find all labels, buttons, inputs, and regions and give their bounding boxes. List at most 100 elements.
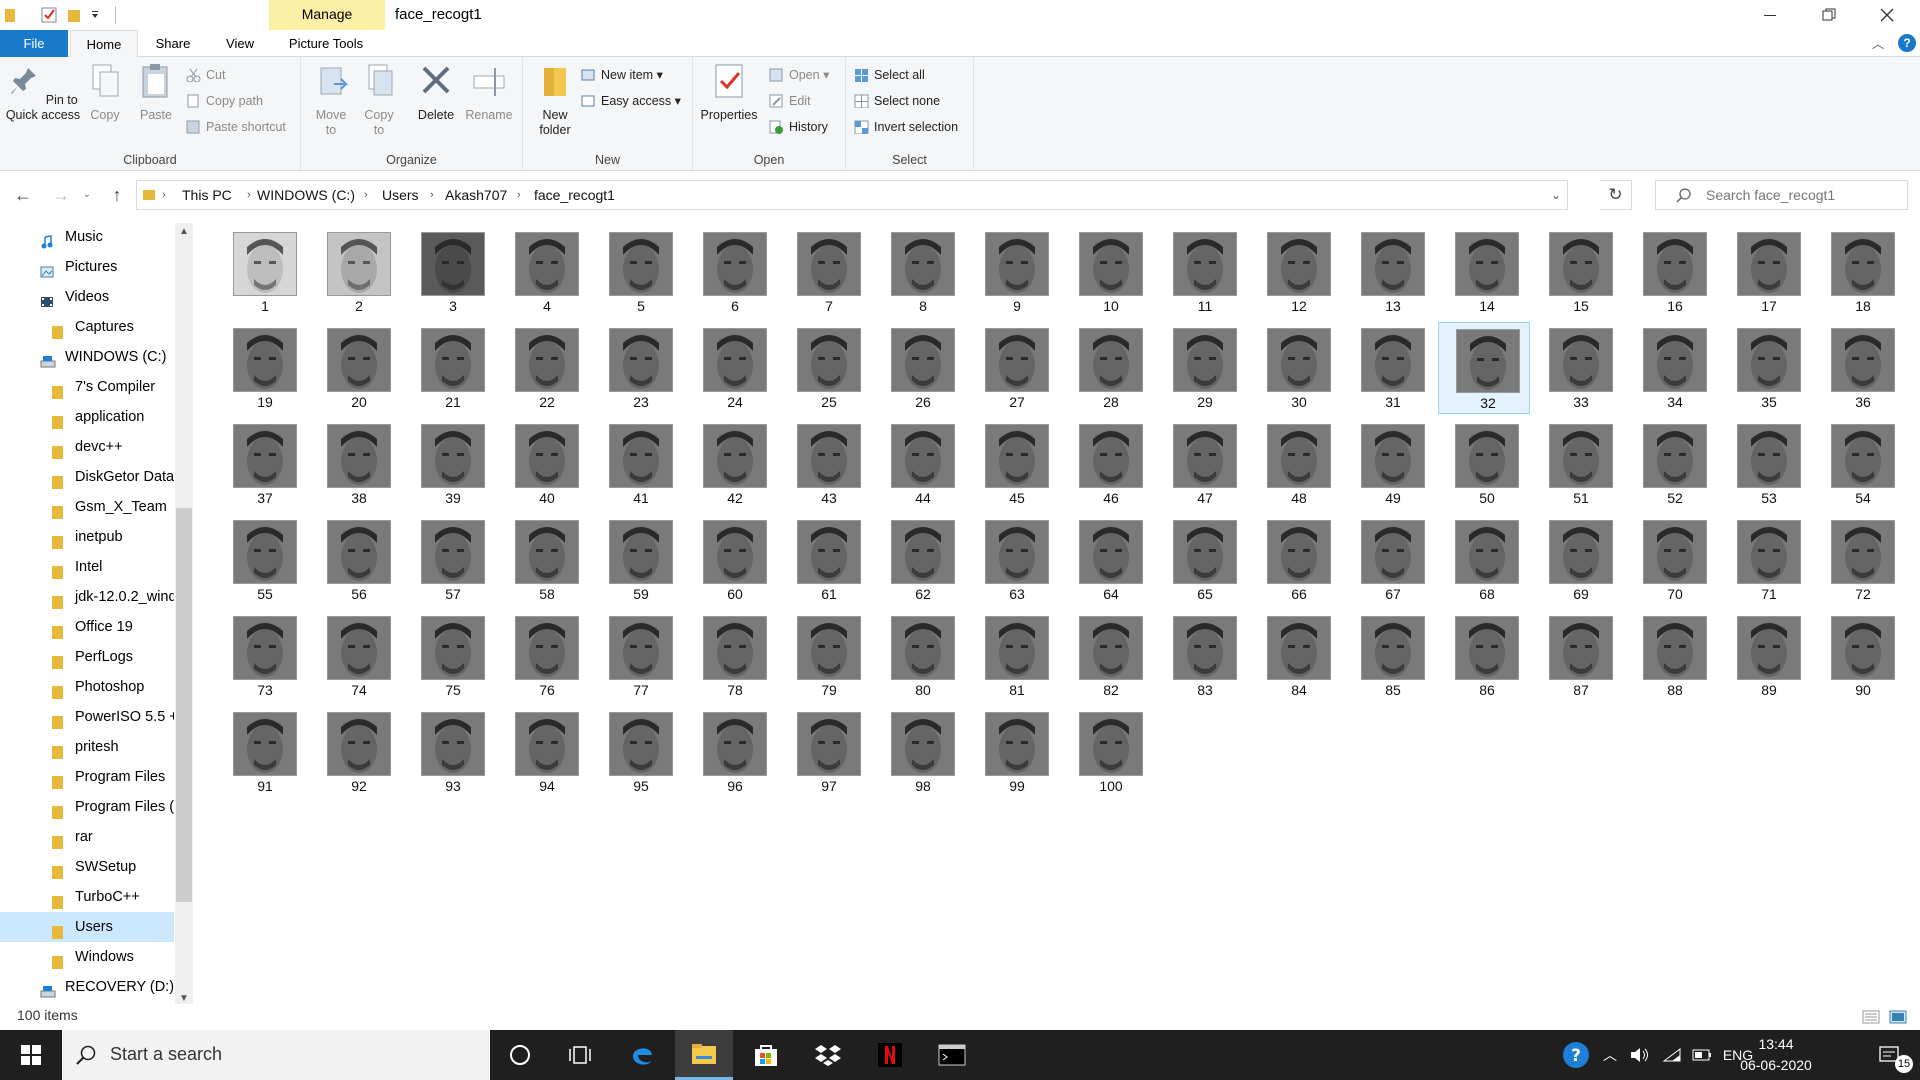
file-item[interactable]: 13 bbox=[1344, 226, 1436, 318]
file-item[interactable]: 72 bbox=[1814, 514, 1906, 606]
file-item[interactable]: 54 bbox=[1814, 418, 1906, 510]
file-item[interactable]: 89 bbox=[1720, 610, 1812, 702]
file-item[interactable]: 31 bbox=[1344, 322, 1436, 414]
file-item[interactable]: 90 bbox=[1814, 610, 1906, 702]
file-item[interactable]: 12 bbox=[1250, 226, 1342, 318]
breadcrumb-windows-c[interactable]: WINDOWS (C:) bbox=[257, 181, 355, 209]
file-item[interactable]: 10 bbox=[1062, 226, 1154, 318]
nav-scrollbar[interactable]: ▲ ▼ bbox=[175, 223, 193, 1004]
breadcrumb-separator[interactable]: › bbox=[517, 181, 521, 209]
easy-access-button[interactable]: Easy access ▾ bbox=[581, 91, 681, 111]
nav-item-music[interactable]: Music bbox=[0, 222, 174, 252]
nav-item-pictures[interactable]: Pictures bbox=[0, 252, 174, 282]
file-item[interactable]: 33 bbox=[1532, 322, 1624, 414]
file-item[interactable]: 14 bbox=[1438, 226, 1530, 318]
file-item[interactable]: 26 bbox=[874, 322, 966, 414]
file-item[interactable]: 5 bbox=[592, 226, 684, 318]
address-dropdown-icon[interactable]: ⌄ bbox=[1551, 181, 1561, 209]
file-item[interactable]: 55 bbox=[216, 514, 308, 606]
history-button[interactable]: History bbox=[769, 117, 828, 137]
file-item[interactable]: 38 bbox=[310, 418, 402, 510]
properties-qat-icon[interactable] bbox=[40, 6, 58, 24]
nav-item-program-files[interactable]: Program Files bbox=[0, 762, 174, 792]
nav-item-swsetup[interactable]: SWSetup bbox=[0, 852, 174, 882]
file-item[interactable]: 59 bbox=[592, 514, 684, 606]
address-bar[interactable]: › This PC › WINDOWS (C:) › Users › Akash… bbox=[136, 180, 1568, 210]
file-item[interactable]: 60 bbox=[686, 514, 778, 606]
nav-item-perflogs[interactable]: PerfLogs bbox=[0, 642, 174, 672]
taskbar-search[interactable]: Start a search bbox=[62, 1030, 490, 1080]
file-item[interactable]: 29 bbox=[1156, 322, 1248, 414]
nav-item-rar[interactable]: rar bbox=[0, 822, 174, 852]
file-item[interactable]: 36 bbox=[1814, 322, 1906, 414]
tab-view[interactable]: View bbox=[222, 30, 258, 57]
netflix-icon[interactable] bbox=[861, 1030, 919, 1080]
details-view-icon[interactable] bbox=[1862, 1010, 1880, 1024]
file-item[interactable]: 58 bbox=[498, 514, 590, 606]
file-item[interactable]: 83 bbox=[1156, 610, 1248, 702]
new-item-button[interactable]: New item ▾ bbox=[581, 65, 663, 85]
nav-item-recovery-d[interactable]: RECOVERY (D:) bbox=[0, 972, 174, 1002]
file-item[interactable]: 78 bbox=[686, 610, 778, 702]
properties-button[interactable]: Properties bbox=[698, 62, 760, 123]
file-item[interactable]: 68 bbox=[1438, 514, 1530, 606]
file-item[interactable]: 67 bbox=[1344, 514, 1436, 606]
file-item[interactable]: 95 bbox=[592, 706, 684, 798]
file-item[interactable]: 27 bbox=[968, 322, 1060, 414]
file-item[interactable]: 35 bbox=[1720, 322, 1812, 414]
file-item[interactable]: 1 bbox=[216, 226, 308, 318]
file-item[interactable]: 41 bbox=[592, 418, 684, 510]
file-item[interactable]: 39 bbox=[404, 418, 496, 510]
file-item[interactable]: 87 bbox=[1532, 610, 1624, 702]
file-item[interactable]: 74 bbox=[310, 610, 402, 702]
nav-item-application[interactable]: application bbox=[0, 402, 174, 432]
select-all-button[interactable]: Select all bbox=[854, 65, 925, 85]
nav-item-program-files-x86[interactable]: Program Files (x86) bbox=[0, 792, 174, 822]
file-item[interactable]: 82 bbox=[1062, 610, 1154, 702]
file-item[interactable]: 37 bbox=[216, 418, 308, 510]
delete-button[interactable]: Delete bbox=[415, 62, 457, 123]
close-button[interactable] bbox=[1858, 0, 1916, 30]
file-item[interactable]: 69 bbox=[1532, 514, 1624, 606]
file-item[interactable]: 48 bbox=[1250, 418, 1342, 510]
file-item[interactable]: 46 bbox=[1062, 418, 1154, 510]
file-item[interactable]: 52 bbox=[1626, 418, 1718, 510]
file-item[interactable]: 57 bbox=[404, 514, 496, 606]
file-item[interactable]: 91 bbox=[216, 706, 308, 798]
breadcrumb-users[interactable]: Users bbox=[382, 181, 419, 209]
breadcrumb-separator[interactable]: › bbox=[430, 181, 434, 209]
file-item[interactable]: 47 bbox=[1156, 418, 1248, 510]
back-icon[interactable]: ← bbox=[12, 184, 34, 206]
file-item[interactable]: 92 bbox=[310, 706, 402, 798]
file-item[interactable]: 71 bbox=[1720, 514, 1812, 606]
breadcrumb-this-pc[interactable]: This PC bbox=[182, 181, 232, 209]
customize-qat-icon[interactable] bbox=[90, 6, 100, 24]
nav-item-windows[interactable]: Windows bbox=[0, 942, 174, 972]
copy-button[interactable]: Copy bbox=[84, 62, 126, 123]
file-item[interactable]: 30 bbox=[1250, 322, 1342, 414]
folder-icon[interactable] bbox=[4, 6, 16, 24]
nav-item-windows-c[interactable]: WINDOWS (C:) bbox=[0, 342, 174, 372]
file-item[interactable]: 34 bbox=[1626, 322, 1718, 414]
file-item[interactable]: 18 bbox=[1814, 226, 1906, 318]
file-item[interactable]: 65 bbox=[1156, 514, 1248, 606]
scroll-down-arrow[interactable]: ▼ bbox=[175, 990, 193, 1004]
file-item[interactable]: 28 bbox=[1062, 322, 1154, 414]
file-item[interactable]: 97 bbox=[780, 706, 872, 798]
task-view-icon[interactable] bbox=[551, 1030, 609, 1080]
file-item[interactable]: 75 bbox=[404, 610, 496, 702]
file-item[interactable]: 42 bbox=[686, 418, 778, 510]
breadcrumb-face-recogt1[interactable]: face_recogt1 bbox=[534, 181, 615, 209]
file-item[interactable]: 61 bbox=[780, 514, 872, 606]
file-item[interactable]: 81 bbox=[968, 610, 1060, 702]
breadcrumb-separator[interactable]: › bbox=[247, 181, 251, 209]
paste-button[interactable]: Paste bbox=[133, 62, 179, 123]
invert-selection-button[interactable]: Invert selection bbox=[854, 117, 958, 137]
notification-center-icon[interactable]: 15 bbox=[1866, 1030, 1914, 1080]
help-icon[interactable]: ? bbox=[1898, 34, 1916, 52]
wifi-icon[interactable] bbox=[1658, 1030, 1686, 1080]
volume-icon[interactable] bbox=[1626, 1030, 1654, 1080]
show-hidden-icons-icon[interactable]: ︿ bbox=[1598, 1030, 1622, 1080]
new-folder-qat-icon[interactable] bbox=[67, 6, 81, 24]
file-item[interactable]: 51 bbox=[1532, 418, 1624, 510]
